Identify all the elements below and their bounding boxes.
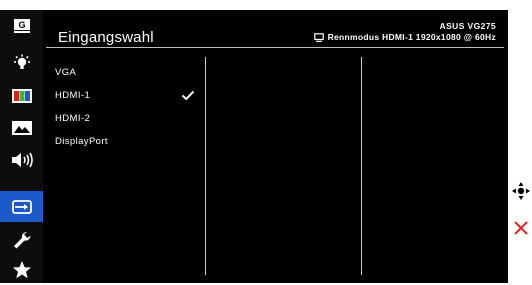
favorite-icon (12, 260, 31, 278)
sidebar: G (0, 10, 43, 283)
sound-icon (11, 152, 33, 167)
monitor-model: ASUS VG275 (439, 21, 496, 31)
option-hdmi-2[interactable]: HDMI-2 (55, 113, 90, 124)
sidebar-item-brightness[interactable] (0, 48, 43, 79)
column-divider-2 (361, 57, 362, 275)
navigate-control[interactable] (510, 176, 532, 206)
system-setup-icon (13, 231, 31, 248)
navigate-joystick-icon (512, 182, 530, 200)
sidebar-item-image[interactable] (0, 112, 43, 143)
osd-menu: G Eingangswahl ASUS VG275 Rennmodus HDMI… (0, 10, 508, 283)
monitor-icon (313, 32, 324, 42)
checkmark-icon (181, 90, 195, 101)
option-displayport[interactable]: DisplayPort (55, 136, 108, 147)
page-title: Eingangswahl (58, 29, 154, 46)
brightness-icon (13, 54, 30, 69)
column-divider-1 (205, 57, 206, 275)
option-hdmi-1[interactable]: HDMI-1 (55, 90, 90, 101)
sidebar-item-color[interactable] (0, 80, 43, 111)
option-vga[interactable]: VGA (55, 67, 76, 78)
sidebar-item-favorite[interactable] (0, 254, 43, 285)
close-control[interactable] (510, 213, 532, 243)
close-icon (514, 221, 528, 235)
sidebar-item-gameplus[interactable]: G (0, 10, 43, 41)
color-icon (11, 88, 32, 103)
image-icon (11, 120, 32, 135)
main-panel: Eingangswahl ASUS VG275 Rennmodus HDMI-1… (43, 10, 508, 283)
status-text: Rennmodus HDMI-1 1920x1080 @ 60Hz (327, 32, 496, 42)
status-bar: Rennmodus HDMI-1 1920x1080 @ 60Hz (313, 32, 496, 42)
sidebar-item-sound[interactable] (0, 144, 43, 175)
gameplus-icon: G (13, 18, 30, 33)
input-select-icon (11, 199, 32, 214)
header-divider (46, 47, 504, 48)
gameplus-letter: G (18, 20, 25, 30)
sidebar-item-input-select[interactable] (0, 191, 43, 222)
sidebar-item-system-setup[interactable] (0, 224, 43, 255)
